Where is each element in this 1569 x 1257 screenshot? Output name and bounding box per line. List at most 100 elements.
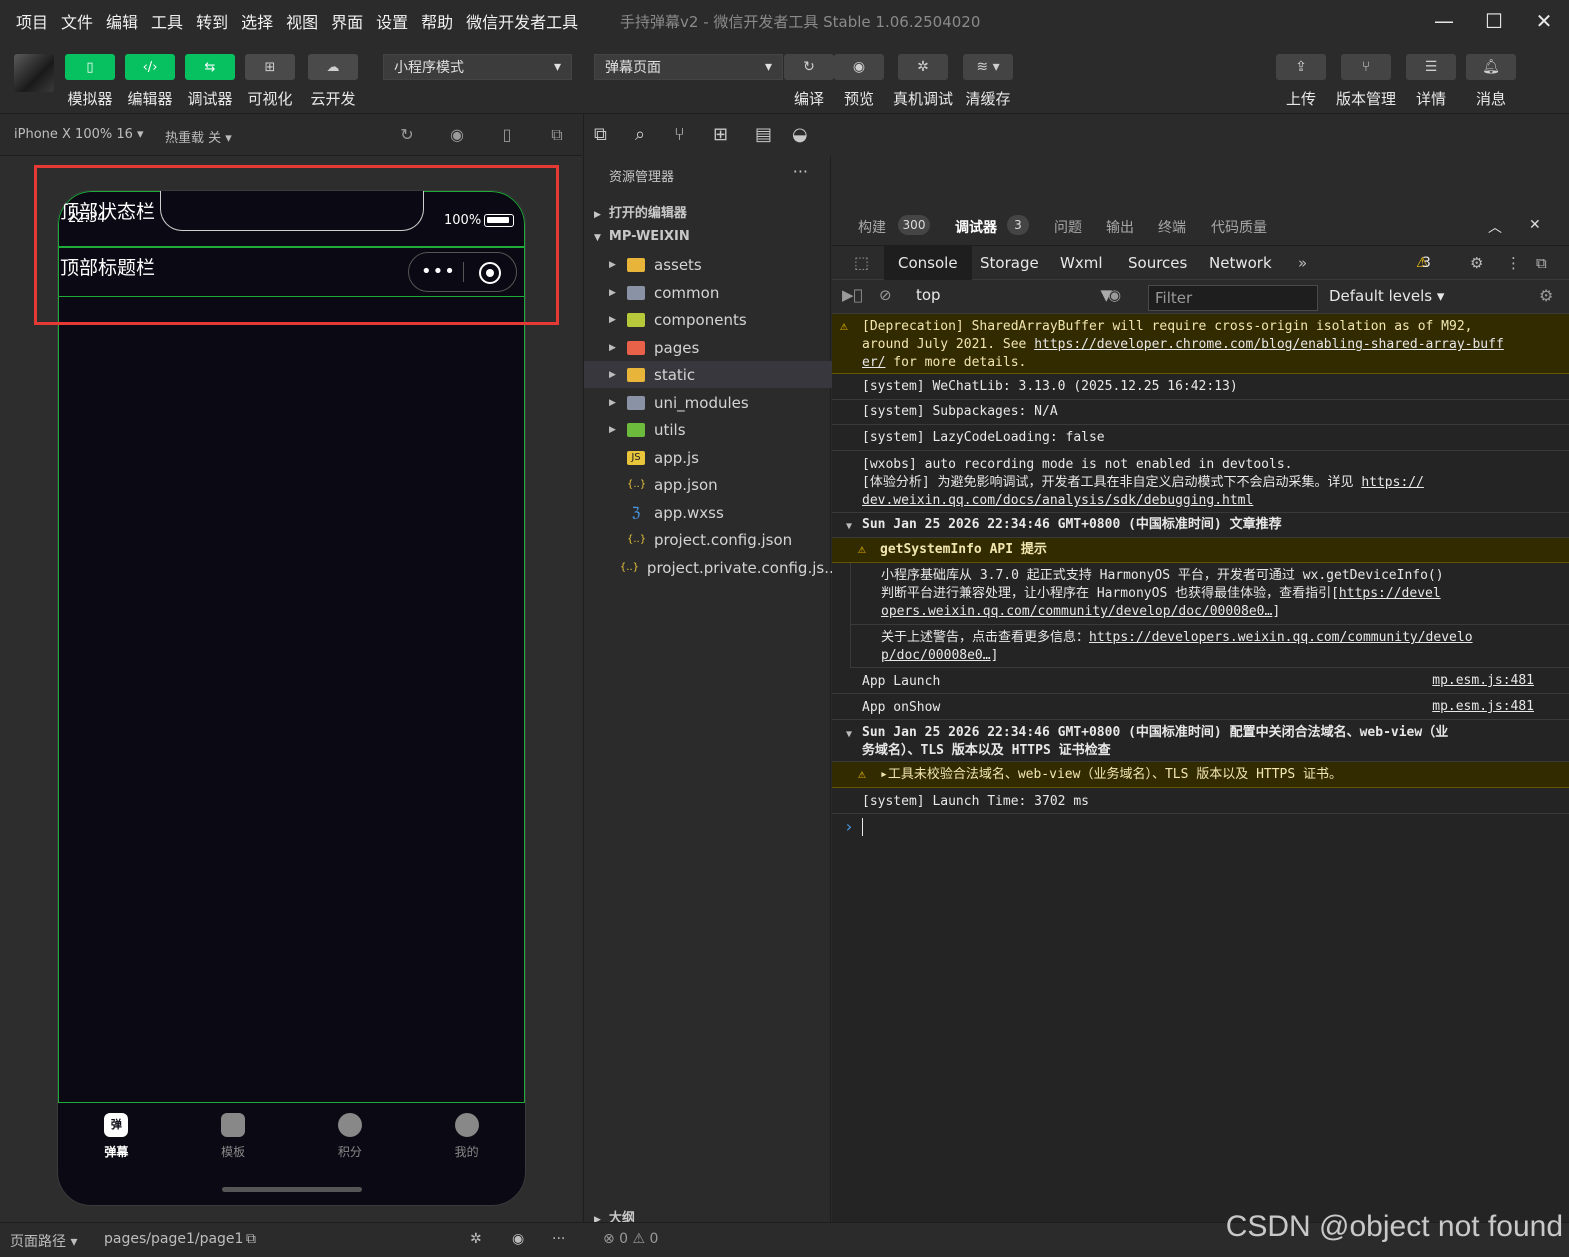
more-icon[interactable]: ··· [793,162,808,181]
menu-item-devtools[interactable]: 微信开发者工具 [466,9,578,33]
console-warning-tls[interactable]: ⚠ ▸工具未校验合法域名、web-view（业务域名）、TLS 版本以及 HTT… [832,762,1569,788]
log-link[interactable]: https:// [1361,475,1424,490]
save-icon[interactable]: ▤ [755,124,772,145]
dock-icon[interactable]: ⧉ [1522,246,1561,280]
log-link[interactable]: p/doc/00008e0… [881,648,991,663]
files-icon[interactable]: ⧉ [594,124,607,145]
source-link[interactable]: mp.esm.js:481 [1432,698,1534,716]
simulator-toggle-button[interactable]: ▯ [65,54,115,80]
tab-code-quality[interactable]: 代码质量 [1211,217,1267,237]
menu-item-tools[interactable]: 工具 [151,9,183,33]
tab-debugger[interactable]: 调试器 [955,217,997,237]
collapse-icon[interactable]: ︿ [1488,217,1502,237]
console-filter-input[interactable]: Filter [1148,285,1318,311]
eye-icon[interactable]: ◉ [512,1231,524,1247]
open-editors-section[interactable]: ▶ 打开的编辑器 [594,202,687,221]
tree-item-components[interactable]: ▶ components [584,306,832,333]
menu-item-project[interactable]: 项目 [16,9,48,33]
log-link[interactable]: https://developers.weixin.qq.com/communi… [1089,630,1473,645]
menu-item-view[interactable]: 视图 [286,9,318,33]
menu-item-interface[interactable]: 界面 [331,9,363,33]
tree-item-pages[interactable]: ▶ pages [584,334,832,361]
tab-output[interactable]: 输出 [1106,217,1134,237]
console-input[interactable] [862,818,863,836]
minimize-icon[interactable]: — [1419,6,1469,36]
tab-wxml[interactable]: Wxml [1046,246,1117,280]
close-icon[interactable]: ✕ [1519,6,1569,36]
tab-console[interactable]: Console [884,246,972,280]
real-debug-button[interactable]: ✲ [898,54,948,80]
context-select[interactable]: top ▼ [916,286,1112,308]
log-link[interactable]: er/ [862,355,885,370]
cloud-button[interactable]: ☁ [308,54,358,80]
rotate-icon[interactable]: ↻ [397,125,417,145]
device-select[interactable]: iPhone X 100% 16 ▾ [14,127,144,142]
clear-console-icon[interactable]: ⊘ [879,286,892,304]
compile-button[interactable]: ↻ [784,54,834,80]
messages-button[interactable]: 🔔︎ [1466,54,1516,80]
editor-toggle-button[interactable]: ‹/› [125,54,175,80]
tree-item-utils[interactable]: ▶ utils [584,416,832,443]
menu-item-edit[interactable]: 编辑 [106,9,138,33]
page-path-select[interactable]: 页面路径 ▾ [10,1231,77,1251]
hot-reload-select[interactable]: 热重载 关 ▾ [165,127,232,146]
tree-item-common[interactable]: ▶ common [584,279,832,306]
eye-icon[interactable]: ◉ [1108,286,1121,304]
version-button[interactable]: ⑂ [1341,54,1391,80]
project-section[interactable]: ▼ MP-WEIXIN [594,229,690,244]
sidebar-toggle-icon[interactable]: ▶⃞ [842,286,863,304]
menu-item-goto[interactable]: 转到 [196,9,228,33]
bug-icon[interactable]: ✲ [470,1231,482,1247]
maximize-icon[interactable]: ☐ [1469,6,1519,36]
git-icon[interactable]: ⑂ [674,124,685,145]
extensions-icon[interactable]: ⊞ [713,124,728,145]
log-levels-select[interactable]: Default levels ▾ [1329,287,1444,305]
copy-icon[interactable]: ⧉ [246,1231,256,1247]
log-link[interactable]: dev.weixin.qq.com/docs/analysis/sdk/debu… [862,492,1569,510]
tree-item-app-wxss[interactable]: ▶ℨapp.wxss [584,499,832,526]
tree-item-app-js[interactable]: ▶JSapp.js [584,444,832,471]
close-icon[interactable]: ✕ [1529,217,1541,233]
tree-item-assets[interactable]: ▶ assets [584,251,832,278]
gear-icon[interactable]: ⚙ [1539,286,1553,305]
menu-item-settings[interactable]: 设置 [376,9,408,33]
tree-item-static[interactable]: ▶ static [584,361,832,388]
more-tabs-icon[interactable]: » [1284,246,1321,280]
search-icon[interactable]: ⌕ [635,124,645,145]
console-group-header[interactable]: ▼ Sun Jan 25 2026 22:34:46 GMT+0800 (中国标… [832,720,1569,762]
log-link[interactable]: https://developer.chrome.com/blog/enabli… [1034,337,1504,352]
phone-icon[interactable]: ▯ [497,125,517,145]
console-group-header[interactable]: ▼ Sun Jan 25 2026 22:34:46 GMT+0800 (中国标… [832,513,1569,538]
log-link[interactable]: opers.weixin.qq.com/community/develop/do… [881,604,1272,619]
inspect-icon[interactable]: ⬚ [840,246,883,280]
docker-icon[interactable]: ◒ [792,124,808,145]
tree-item-project-config[interactable]: ▶{..}project.config.json [584,526,832,553]
upload-button[interactable]: ⇪ [1276,54,1326,80]
stop-icon[interactable]: ◉ [447,125,467,145]
menu-item-file[interactable]: 文件 [61,9,93,33]
more-icon[interactable]: ··· [552,1231,565,1247]
tree-item-project-private-config[interactable]: ▶{..}project.private.config.js... [584,554,839,581]
tab-storage[interactable]: Storage [966,246,1053,280]
tab-issues[interactable]: 问题 [1054,217,1082,237]
details-button[interactable]: ☰ [1406,54,1456,80]
page-select[interactable]: 弹幕页面 ▾ [594,54,783,80]
tab-mine[interactable]: 我的 [408,1103,525,1205]
debugger-toggle-button[interactable]: ⇆ [185,54,235,80]
problems-count[interactable]: ⊗ 0 ⚠ 0 [603,1231,658,1247]
tree-item-app-json[interactable]: ▶{..}app.json [584,471,832,498]
avatar[interactable] [14,54,54,92]
menu-item-select[interactable]: 选择 [241,9,273,33]
tab-danmaku[interactable]: 弹 弹幕 [58,1103,175,1205]
menu-item-help[interactable]: 帮助 [421,9,453,33]
tab-terminal[interactable]: 终端 [1158,217,1186,237]
tree-item-uni-modules[interactable]: ▶ uni_modules [584,389,832,416]
clear-cache-button[interactable]: ≋ ▾ [963,54,1013,80]
source-link[interactable]: mp.esm.js:481 [1432,672,1534,690]
preview-button[interactable]: ◉ [834,54,884,80]
tab-network[interactable]: Network [1195,246,1286,280]
log-link[interactable]: https://devel [1339,586,1441,601]
visual-toggle-button[interactable]: ⊞ [245,54,295,80]
tab-build[interactable]: 构建 [858,217,886,237]
tab-sources[interactable]: Sources [1114,246,1201,280]
